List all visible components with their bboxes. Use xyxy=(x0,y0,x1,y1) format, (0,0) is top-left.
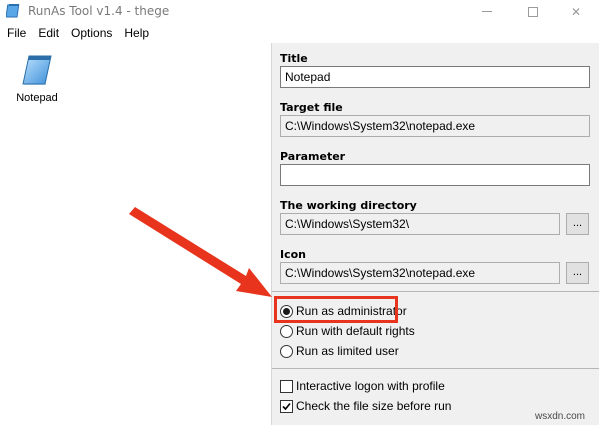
checkbox-interactive-logon[interactable]: Interactive logon with profile xyxy=(280,377,445,395)
checkbox-check-file-size[interactable]: Check the file size before run xyxy=(280,397,451,415)
separator xyxy=(272,291,599,292)
menu-options[interactable]: Options xyxy=(65,23,118,43)
window-title: RunAs Tool v1.4 - thege xyxy=(28,4,170,18)
notepad-icon xyxy=(21,52,53,86)
checkbox-label: Interactive logon with profile xyxy=(296,379,445,393)
icon-label: Icon xyxy=(280,248,307,261)
menu-file[interactable]: File xyxy=(0,23,32,43)
working-directory-field[interactable]: C:\Windows\System32\ xyxy=(280,213,560,235)
title-label: Title xyxy=(280,52,308,65)
close-button[interactable]: ✕ xyxy=(553,0,599,23)
menu-edit[interactable]: Edit xyxy=(32,23,65,43)
properties-panel: Title Notepad Target file C:\Windows\Sys… xyxy=(272,43,599,425)
radio-run-limited-user[interactable]: Run as limited user xyxy=(280,342,399,360)
checkmark-icon xyxy=(280,399,293,413)
working-directory-label: The working directory xyxy=(280,199,417,212)
menu-bar: File Edit Options Help xyxy=(0,23,599,43)
icon-field[interactable]: C:\Windows\System32\notepad.exe xyxy=(280,262,560,284)
minimize-button[interactable] xyxy=(464,0,510,23)
title-bar[interactable]: RunAs Tool v1.4 - thege ✕ xyxy=(0,0,599,23)
close-icon: ✕ xyxy=(570,4,582,19)
app-icon xyxy=(5,3,22,19)
target-file-label: Target file xyxy=(280,101,343,114)
tool-label: Notepad xyxy=(16,92,58,104)
separator xyxy=(272,368,599,369)
maximize-icon xyxy=(528,6,538,17)
checkbox-label: Check the file size before run xyxy=(296,399,452,413)
radio-label: Run as limited user xyxy=(296,344,399,358)
radio-icon xyxy=(280,344,293,358)
tool-item-notepad[interactable]: Notepad xyxy=(12,51,62,104)
menu-help[interactable]: Help xyxy=(118,23,155,43)
annotation-highlight-box xyxy=(274,296,398,323)
parameter-input[interactable] xyxy=(280,164,590,186)
radio-icon xyxy=(280,324,293,338)
radio-label: Run with default rights xyxy=(296,324,415,338)
radio-run-default-rights[interactable]: Run with default rights xyxy=(280,322,415,340)
watermark: wsxdn.com xyxy=(535,411,586,422)
parameter-label: Parameter xyxy=(280,150,346,163)
title-input[interactable]: Notepad xyxy=(280,66,590,88)
browse-directory-button[interactable]: ... xyxy=(566,213,589,235)
maximize-button[interactable] xyxy=(510,0,556,23)
checkbox-icon xyxy=(280,379,293,393)
browse-icon-button[interactable]: ... xyxy=(566,262,589,284)
tool-list: Notepad xyxy=(0,43,271,425)
minimize-icon xyxy=(482,11,492,12)
target-file-field[interactable]: C:\Windows\System32\notepad.exe xyxy=(280,115,590,137)
